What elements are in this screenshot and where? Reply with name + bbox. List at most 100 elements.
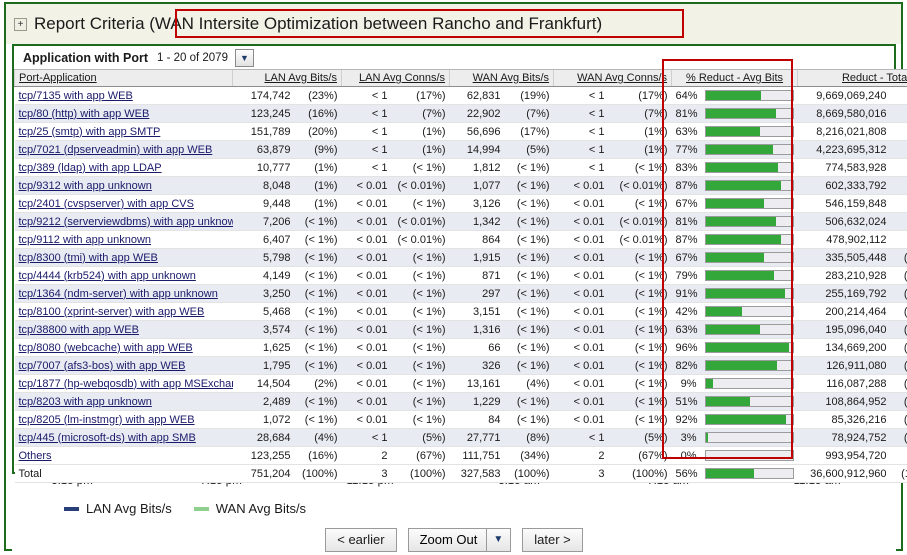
cell-reduct-total-bits-pct: (1%) [890,212,907,231]
chevron-down-icon[interactable]: ▼ [234,48,254,67]
reduct-progress-remainder [785,415,793,424]
port-application-label[interactable]: tcp/7007 (afs3-bos) with app WEB [19,360,186,372]
cell-port-application[interactable]: tcp/445 (microsoft-ds) with app SMB [14,428,233,447]
cell-port-application[interactable]: tcp/1364 (ndm-server) with app unknown [14,284,233,303]
cell-port-application[interactable]: tcp/389 (ldap) with app LDAP [14,158,233,177]
cell-port-application[interactable]: tcp/7135 with app WEB [14,86,233,105]
cell-lan-avg-bits-pct: (4%) [294,428,342,447]
cell-wan-avg-bits-pct: (< 1%) [504,284,554,303]
cell-reduct-bar [700,302,798,321]
cell-lan-avg-bits-pct: (< 1%) [294,266,342,285]
cell-port-application[interactable]: tcp/8100 (xprint-server) with app WEB [14,302,233,321]
port-application-label[interactable]: tcp/7135 with app WEB [19,90,133,102]
port-application-label[interactable]: tcp/9112 with app unknown [19,234,152,246]
cell-port-application[interactable]: tcp/80 (http) with app WEB [14,104,233,123]
report-criteria-bar[interactable]: + Report Criteria (WAN Intersite Optimiz… [6,4,901,44]
port-application-label[interactable]: tcp/445 (microsoft-ds) with app SMB [19,432,196,444]
cell-wan-avg-conns-pct: (67%) [608,446,672,465]
reduct-progress-fill [705,433,709,442]
column-header-pct-reduct-avg-bits[interactable]: % Reduct - Avg Bits [671,69,798,87]
port-application-label[interactable]: tcp/8300 (tmi) with app WEB [19,252,158,264]
later-button[interactable]: later > [522,528,583,552]
reduct-progress-fill [705,415,786,424]
reduct-progress-bar [704,216,794,227]
cell-wan-avg-conns-pct: (< 1%) [608,374,672,393]
cell-port-application[interactable]: tcp/8205 (lm-instmgr) with app WEB [14,410,233,429]
table-row: tcp/9212 (serverviewdbms) with app unkno… [14,212,907,231]
column-header-reduct-total-bits[interactable]: Reduct - Total Bits↓ [797,69,907,87]
column-header-wan-avg-conns[interactable]: WAN Avg Conns/s [553,69,672,87]
cell-lan-avg-conns: < 0.01 [341,302,392,321]
chevron-down-icon[interactable]: ▼ [486,528,512,552]
port-application-label[interactable]: tcp/8080 (webcache) with app WEB [19,342,193,354]
port-application-label[interactable]: tcp/7021 (dpserveadmin) with app WEB [19,144,213,156]
cell-reduct-bar [700,248,798,267]
column-header-port-application[interactable]: Port-Application [14,69,233,87]
port-application-label[interactable]: tcp/9312 with app unknown [19,180,152,192]
cell-lan-avg-conns-pct: (< 0.01%) [391,212,450,231]
cell-lan-avg-conns-pct: (1%) [391,122,450,141]
cell-port-application[interactable]: tcp/9112 with app unknown [14,230,233,249]
chart-legend-item: LAN Avg Bits/s [64,501,172,516]
cell-lan-avg-bits: 63,879 [232,140,295,159]
cell-reduct-total-bits: 255,169,792 [797,284,891,303]
cell-reduct-pct: 51% [671,392,701,411]
cell-port-application[interactable]: tcp/8080 (webcache) with app WEB [14,338,233,357]
cell-port-application[interactable]: tcp/7007 (afs3-bos) with app WEB [14,356,233,375]
zoom-out-button[interactable]: Zoom Out ▼ [407,528,512,552]
cell-wan-avg-bits-pct: (< 1%) [504,176,554,195]
cell-lan-avg-conns: < 0.01 [341,392,392,411]
cell-port-application[interactable]: tcp/8203 with app unknown [14,392,233,411]
cell-wan-avg-bits: 56,696 [449,122,505,141]
table-row: tcp/80 (http) with app WEB 123,245 (16%) < … [14,104,907,123]
column-header-lan-avg-bits[interactable]: LAN Avg Bits/s [232,69,342,87]
cell-wan-avg-bits: 22,902 [449,104,505,123]
port-application-label[interactable]: tcp/1877 (hp-webqosdb) with app MSExchan… [19,378,233,390]
column-header-wan-avg-bits[interactable]: WAN Avg Bits/s [449,69,554,87]
port-application-label[interactable]: tcp/8100 (xprint-server) with app WEB [19,306,205,318]
cell-lan-avg-bits-pct: (20%) [294,122,342,141]
cell-lan-avg-bits-pct: (1%) [294,194,342,213]
cell-lan-avg-bits: 10,777 [232,158,295,177]
port-application-label[interactable]: tcp/389 (ldap) with app LDAP [19,162,162,174]
cell-port-application[interactable]: tcp/7021 (dpserveadmin) with app WEB [14,140,233,159]
port-application-label[interactable]: tcp/25 (smtp) with app SMTP [19,126,161,138]
cell-wan-avg-bits-pct: (17%) [504,122,554,141]
cell-port-application[interactable]: tcp/9312 with app unknown [14,176,233,195]
cell-wan-avg-bits: 3,151 [449,302,505,321]
reduct-progress-fill [705,397,750,406]
port-application-label[interactable]: tcp/38800 with app WEB [19,324,139,336]
cell-port-application[interactable]: Others [14,446,233,465]
port-application-label[interactable]: tcp/9212 (serverviewdbms) with app unkno… [19,216,233,228]
port-application-label[interactable]: tcp/80 (http) with app WEB [19,108,150,120]
cell-port-application[interactable]: tcp/25 (smtp) with app SMTP [14,122,233,141]
reduct-progress-remainder [708,433,793,442]
port-application-label[interactable]: tcp/8203 with app unknown [19,396,152,408]
port-application-label[interactable]: tcp/2401 (cvspserver) with app CVS [19,198,194,210]
cell-wan-avg-conns-pct: (< 1%) [608,302,672,321]
cell-port-application[interactable]: tcp/4444 (krb524) with app unknown [14,266,233,285]
cell-lan-avg-bits: 7,206 [232,212,295,231]
cell-reduct-pct: 0% [671,446,701,465]
earlier-button[interactable]: < earlier [325,528,397,552]
plus-icon[interactable]: + [14,17,27,31]
cell-port-application[interactable]: tcp/38800 with app WEB [14,320,233,339]
cell-port-application[interactable]: tcp/1877 (hp-webqosdb) with app MSExchan… [14,374,233,393]
cell-port-application[interactable]: tcp/2401 (cvspserver) with app CVS [14,194,233,213]
cell-wan-avg-conns-pct: (< 1%) [608,356,672,375]
column-header-lan-avg-conns[interactable]: LAN Avg Conns/s [340,69,450,87]
cell-port-application[interactable]: tcp/9212 (serverviewdbms) with app unkno… [14,212,233,231]
cell-reduct-total-bits: 478,902,112 [797,230,891,249]
port-application-label[interactable]: Others [19,450,52,462]
reduct-progress-fill [705,181,782,190]
cell-reduct-total-bits: 195,096,040 [797,320,891,339]
chart-controls: < earlier Zoom Out ▼ later > [12,528,896,552]
cell-reduct-bar [700,176,798,195]
port-application-label[interactable]: tcp/8205 (lm-instmgr) with app WEB [19,414,195,426]
port-application-label[interactable]: tcp/4444 (krb524) with app unknown [19,270,196,282]
cell-lan-avg-conns: < 1 [341,428,392,447]
cell-reduct-pct: 81% [671,212,701,231]
port-application-label[interactable]: tcp/1364 (ndm-server) with app unknown [19,288,218,300]
cell-port-application[interactable]: tcp/8300 (tmi) with app WEB [14,248,233,267]
cell-reduct-total-bits-pct: (3%) [890,446,907,465]
